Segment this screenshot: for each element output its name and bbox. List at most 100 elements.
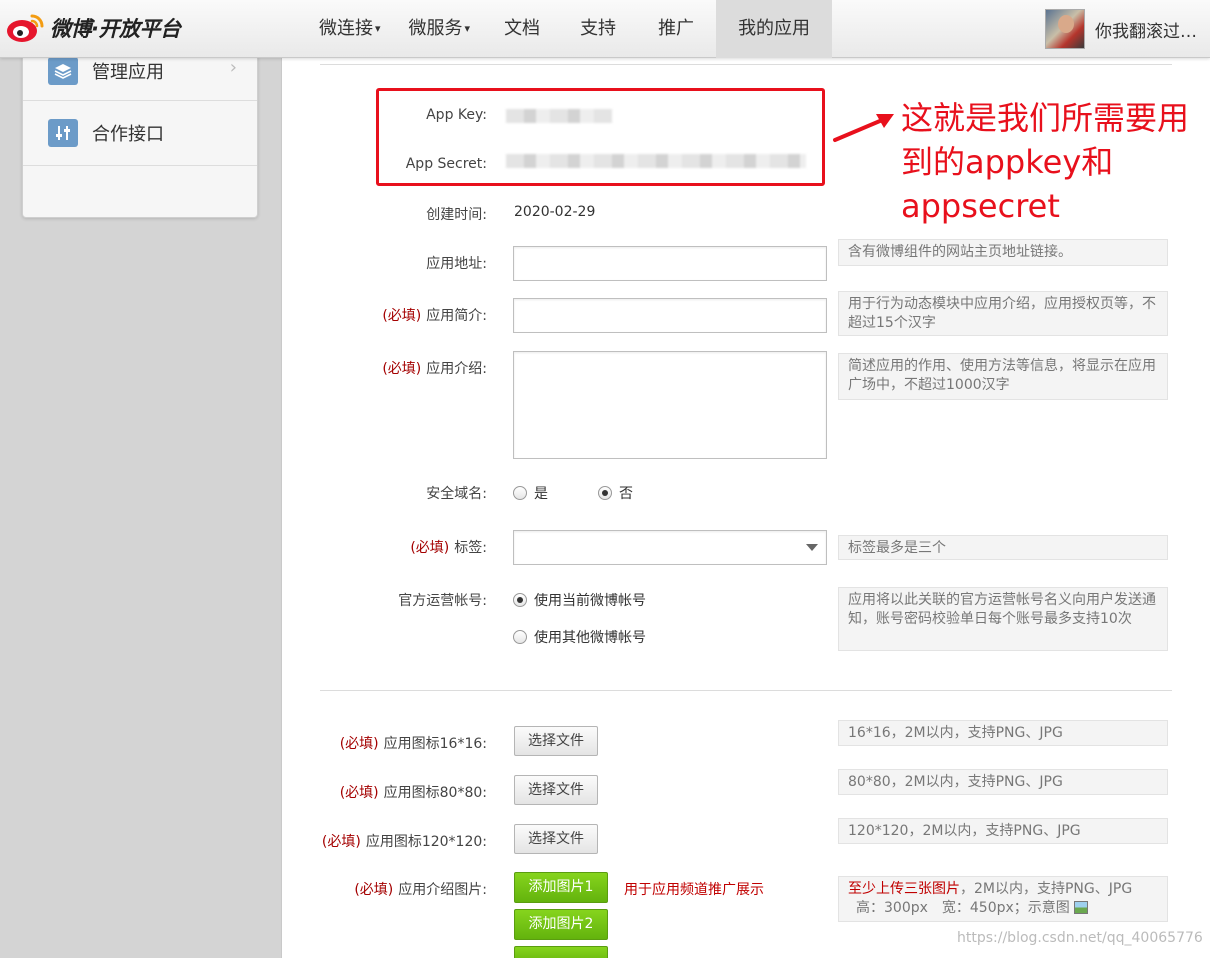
weibo-eye-icon [7,14,44,42]
divider [320,690,1172,691]
created-time-value: 2020-02-29 [514,204,596,220]
chevron-right-icon: › [229,57,237,78]
intro-images-label-text: 应用介绍图片: [398,882,487,898]
intro-label-text: 应用介绍: [426,361,487,377]
icon16-hint: 16*16，2M以内，支持PNG、JPG [838,720,1168,746]
intro-textarea[interactable] [513,351,827,459]
nav-label: 推广 [658,18,695,39]
nav-label: 我的应用 [738,18,811,39]
intro-label: (必填) 应用介绍: [382,358,487,378]
radio-icon [513,486,527,500]
icon80-choose-file-button[interactable]: 选择文件 [514,775,598,805]
required-mark: (必填) [382,361,422,377]
tags-label-text: 标签: [454,540,487,556]
radio-label: 否 [619,486,633,502]
avatar[interactable] [1045,9,1085,49]
icon16-label: (必填) 应用图标16*16: [340,733,487,753]
annotation-arrow-icon [833,114,894,142]
official-account-label: 官方运营帐号: [398,593,487,609]
nav-micro-connect[interactable]: 微连接 ▾ [305,0,395,58]
user-menu[interactable]: 你我翻滚过… [1045,9,1197,49]
nav-micro-service[interactable]: 微服务 ▾ [395,0,485,58]
chevron-down-icon: ▾ [375,22,381,35]
summary-input[interactable] [513,298,827,333]
nav-label: 微服务 [408,18,463,39]
radio-label: 使用其他微博帐号 [534,630,646,646]
icon120-hint: 120*120，2M以内，支持PNG、JPG [838,818,1168,844]
secure-domain-yes-radio[interactable]: 是 [513,483,548,503]
nav-label: 文档 [504,18,541,39]
nav-label: 微连接 [319,18,373,39]
required-mark: (必填) [354,882,394,898]
official-other-account-radio[interactable]: 使用其他微博帐号 [513,627,646,647]
sidebar-item-label: 合作接口 [92,124,164,145]
dropdown-arrow-icon [806,544,818,551]
sidebar: 管理应用 › 合作接口 [22,40,258,218]
sliders-icon [48,119,78,147]
intro-images-hint: 至少上传三张图片，2M以内，支持PNG、JPG 高：300px 宽：450px；… [838,876,1168,922]
radio-label: 是 [534,486,548,502]
main-nav: 微连接 ▾ 微服务 ▾ 文档 支持 推广 我的应用 [305,0,833,58]
sidebar-item-cooperation-api[interactable]: 合作接口 [23,101,257,166]
required-mark: (必填) [321,834,361,850]
summary-label: (必填) 应用简介: [382,305,487,325]
secure-domain-no-radio[interactable]: 否 [598,483,633,503]
annotation-text: 这就是我们所需要用到的appkey和appsecret [901,99,1190,225]
app-url-label: 应用地址: [426,256,487,272]
radio-checked-icon [598,486,612,500]
promo-note: 用于应用频道推广展示 [624,882,764,898]
icon80-hint: 80*80，2M以内，支持PNG、JPG [838,769,1168,795]
images-hint-size: 高：300px 宽：450px；示意图 [856,900,1070,916]
user-name[interactable]: 你我翻滚过… [1095,17,1197,42]
icon120-label: (必填) 应用图标120*120: [322,831,487,851]
app-key-value-redacted [506,109,612,123]
nav-promotion[interactable]: 推广 [636,0,716,58]
icon120-label-text: 应用图标120*120: [365,834,487,850]
required-mark: (必填) [410,540,450,556]
app-url-input[interactable] [513,246,827,281]
summary-hint: 用于行为动态模块中应用介绍，应用授权页等，不超过15个汉字 [838,291,1168,336]
app-secret-label: App Secret: [405,156,487,172]
tags-label: (必填) 标签: [410,537,487,557]
add-image-1-button[interactable]: 添加图片1 [514,872,608,903]
chevron-down-icon: ▾ [464,22,471,35]
logo-text: 微博·开放平台 [50,17,181,41]
images-hint-required: 至少上传三张图片 [848,881,960,897]
layers-icon [48,56,78,85]
summary-label-text: 应用简介: [426,308,487,324]
tags-select[interactable] [513,530,827,565]
tags-hint: 标签最多是三个 [838,535,1168,560]
add-image-2-button[interactable]: 添加图片2 [514,909,608,940]
divider [320,64,1172,65]
nav-my-apps[interactable]: 我的应用 [716,0,833,58]
image-preview-icon[interactable] [1073,901,1088,914]
weibo-logo[interactable]: 微博·开放平台 [6,10,181,46]
nav-docs[interactable]: 文档 [484,0,560,58]
watermark: https://blog.csdn.net/qq_40065776 [957,930,1203,946]
intro-hint: 简述应用的作用、使用方法等信息，将显示在应用广场中，不超过1000汉字 [838,353,1168,400]
created-time-label: 创建时间: [426,207,487,223]
app-key-label: App Key: [426,107,487,123]
icon120-choose-file-button[interactable]: 选择文件 [514,824,598,854]
icon16-choose-file-button[interactable]: 选择文件 [514,726,598,756]
icon80-label: (必填) 应用图标80*80: [340,782,487,802]
images-hint-format: ，2M以内，支持PNG、JPG [960,881,1133,897]
required-mark: (必填) [382,308,422,324]
icon16-label-text: 应用图标16*16: [383,736,487,752]
radio-checked-icon [513,593,527,607]
nav-support[interactable]: 支持 [560,0,636,58]
app-secret-value-redacted [506,154,806,168]
required-mark: (必填) [339,785,379,801]
top-navbar: 微博·开放平台 微连接 ▾ 微服务 ▾ 文档 支持 推广 我的应用 你我翻滚过… [0,0,1210,58]
official-current-account-radio[interactable]: 使用当前微博帐号 [513,590,646,610]
radio-label: 使用当前微博帐号 [534,593,646,609]
official-account-hint: 应用将以此关联的官方运营帐号名义向用户发送通知，账号密码校验单日每个账号最多支持… [838,587,1168,651]
add-image-3-button[interactable] [514,946,608,958]
app-url-hint: 含有微博组件的网站主页地址链接。 [838,239,1168,266]
icon80-label-text: 应用图标80*80: [383,785,487,801]
nav-label: 支持 [580,18,617,39]
intro-images-label: (必填) 应用介绍图片: [354,879,487,899]
sidebar-item-label: 管理应用 [92,61,164,83]
radio-icon [513,630,527,644]
secure-domain-label: 安全域名: [426,486,487,502]
